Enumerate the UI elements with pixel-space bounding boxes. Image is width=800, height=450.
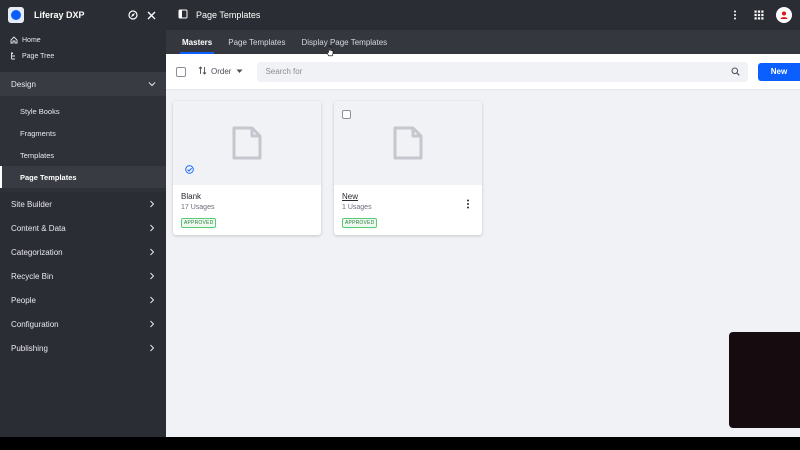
chevron-right-icon: [150, 272, 155, 280]
sidebar: Liferay DXP Home Page Tree Design Style …: [0, 0, 166, 437]
sidebar-section-publishing[interactable]: Publishing: [0, 336, 166, 360]
app-title: Liferay DXP: [34, 10, 85, 20]
master-card-blank[interactable]: Blank 17 Usages APPROVED: [173, 101, 321, 235]
sidebar-section-recycle-bin[interactable]: Recycle Bin: [0, 264, 166, 288]
order-label: Order: [211, 67, 232, 76]
status-badge: APPROVED: [342, 218, 378, 228]
sidebar-section-content-data[interactable]: Content & Data: [0, 216, 166, 240]
tab-bar: Masters Page Templates Display Page Temp…: [166, 30, 800, 54]
page-tree-icon: [9, 52, 18, 61]
sidebar-toggle-icon[interactable]: [178, 6, 188, 24]
home-icon: [9, 36, 18, 45]
sidebar-item-home[interactable]: Home: [0, 32, 166, 48]
card-usages: 17 Usages: [181, 204, 215, 211]
sidebar-section-site-builder[interactable]: Site Builder: [0, 192, 166, 216]
bottom-bar: [0, 437, 800, 450]
options-kebab-icon[interactable]: [728, 8, 742, 22]
main-content: Page Templates Masters Page Templates Di…: [166, 0, 800, 437]
new-button[interactable]: New: [758, 62, 800, 81]
card-grid: Blank 17 Usages APPROVED New 1 Usages AP…: [173, 101, 482, 235]
search-bar: [257, 61, 748, 82]
chevron-right-icon: [150, 320, 155, 328]
chevron-right-icon: [150, 296, 155, 304]
card-title[interactable]: New: [342, 192, 474, 201]
sidebar-section-label: Site Builder: [11, 199, 52, 209]
sidebar-section-label: Recycle Bin: [11, 271, 54, 281]
master-card-new[interactable]: New 1 Usages APPROVED: [334, 101, 482, 235]
user-avatar-icon[interactable]: [776, 7, 792, 23]
sidebar-section-design[interactable]: Design: [0, 72, 166, 96]
card-select-checkbox[interactable]: [342, 110, 351, 119]
sidebar-item-label: Home: [22, 36, 41, 44]
quick-links: Home Page Tree: [0, 30, 166, 68]
sidebar-section-configuration[interactable]: Configuration: [0, 312, 166, 336]
sidebar-item-templates[interactable]: Templates: [0, 144, 166, 166]
sidebar-section-label: Configuration: [11, 319, 59, 329]
sidebar-header: Liferay DXP: [0, 0, 166, 30]
mouse-cursor-icon: [326, 44, 334, 62]
chevron-right-icon: [150, 224, 155, 232]
tab-masters[interactable]: Masters: [174, 30, 220, 54]
chevron-right-icon: [150, 248, 155, 256]
page-title: Page Templates: [196, 10, 261, 20]
close-icon[interactable]: [144, 8, 158, 22]
sidebar-item-style-books[interactable]: Style Books: [0, 100, 166, 122]
chevron-down-icon: [148, 82, 156, 87]
page-document-icon: [232, 126, 262, 160]
card-actions-kebab-icon[interactable]: [466, 196, 470, 214]
card-body: New 1 Usages APPROVED: [334, 185, 482, 235]
sidebar-section-label: Content & Data: [11, 223, 66, 233]
sidebar-item-page-tree[interactable]: Page Tree: [0, 48, 166, 64]
status-badge: APPROVED: [181, 218, 217, 228]
sidebar-section-label: Design: [11, 79, 36, 89]
search-icon[interactable]: [731, 63, 740, 81]
apps-grid-icon[interactable]: [752, 8, 766, 22]
sidebar-section-label: Publishing: [11, 343, 48, 353]
liferay-logo-icon: [8, 7, 24, 23]
order-dropdown[interactable]: Order: [198, 66, 243, 77]
top-bar: Page Templates: [166, 0, 800, 30]
design-submenu: Style Books Fragments Templates Page Tem…: [0, 96, 166, 192]
card-body: Blank 17 Usages APPROVED: [173, 185, 321, 235]
card-thumbnail: [173, 101, 321, 185]
sidebar-section-label: People: [11, 295, 36, 305]
video-overlay-panel: [729, 332, 800, 428]
check-circle-icon: [185, 161, 194, 179]
compass-icon[interactable]: [126, 8, 140, 22]
select-all-checkbox[interactable]: [176, 66, 186, 77]
tab-page-templates[interactable]: Page Templates: [220, 30, 293, 54]
sidebar-item-label: Page Tree: [22, 52, 55, 60]
page-document-icon: [393, 126, 423, 160]
chevron-right-icon: [150, 344, 155, 352]
sidebar-section-label: Categorization: [11, 247, 63, 257]
sidebar-section-categorization[interactable]: Categorization: [0, 240, 166, 264]
sidebar-section-people[interactable]: People: [0, 288, 166, 312]
sidebar-item-fragments[interactable]: Fragments: [0, 122, 166, 144]
search-input[interactable]: [265, 67, 731, 76]
card-usages: 1 Usages: [342, 204, 372, 211]
card-title[interactable]: Blank: [181, 192, 313, 201]
card-thumbnail: [334, 101, 482, 185]
tab-display-page-templates[interactable]: Display Page Templates: [293, 30, 395, 54]
management-toolbar: Order New: [166, 54, 800, 90]
sort-icon: [198, 66, 207, 77]
sidebar-item-page-templates[interactable]: Page Templates: [0, 166, 166, 188]
chevron-right-icon: [150, 200, 155, 208]
caret-down-icon: [236, 69, 243, 73]
